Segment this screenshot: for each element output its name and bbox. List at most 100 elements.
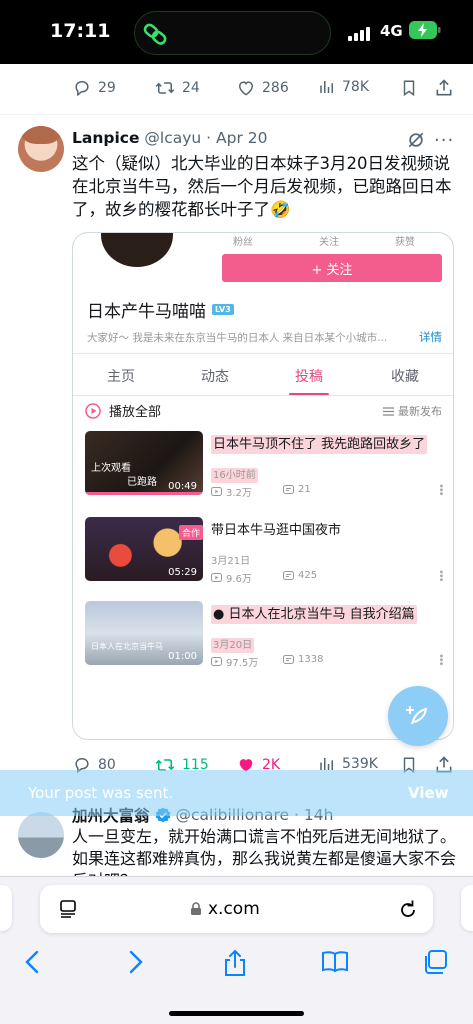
- stat-likes: 获赞: [395, 237, 415, 248]
- video-views: 9.6万: [211, 570, 252, 585]
- video-more-icon[interactable]: •••: [435, 483, 446, 495]
- reply-count: 29: [98, 80, 116, 96]
- views-button[interactable]: 78K: [318, 78, 369, 96]
- tabs-icon[interactable]: [422, 949, 448, 979]
- thumb-caption: 已跑路: [127, 477, 157, 488]
- watch-progress-bar: [85, 492, 203, 495]
- tab-favorites[interactable]: 收藏: [391, 366, 419, 386]
- video-views: 97.5万: [211, 654, 258, 669]
- author-handle-date: @lcayu · Apr 20: [144, 129, 268, 147]
- forward-icon[interactable]: [124, 949, 146, 979]
- stat-following: 关注: [319, 237, 339, 248]
- channel-name-row: 日本产牛马喵喵 LV3: [87, 297, 234, 322]
- bookmark-button[interactable]: [400, 78, 418, 98]
- url-display[interactable]: x.com: [190, 899, 260, 919]
- address-bar[interactable]: x.com: [40, 885, 433, 933]
- like-button[interactable]: 286: [236, 78, 289, 98]
- tab-dynamic[interactable]: 动态: [201, 366, 229, 386]
- views-count: 78K: [342, 79, 369, 95]
- video-duration: 05:29: [168, 567, 197, 578]
- previous-tweet-actions: 29 24 286 78K: [72, 78, 457, 102]
- author-avatar[interactable]: [18, 126, 64, 172]
- channel-avatar: [101, 233, 173, 267]
- post-sent-toast: Your post was sent. View: [0, 770, 473, 816]
- channel-stats: 粉丝 关注 获赞: [233, 233, 449, 248]
- next-tab-peek[interactable]: [461, 885, 473, 931]
- toast-message: Your post was sent.: [28, 784, 174, 802]
- video-title: 日本牛马顶不住了 我先跑路回故乡了: [211, 435, 428, 454]
- video-date: 16小时前: [211, 468, 258, 483]
- feather-plus-icon: [406, 706, 428, 725]
- tab-home[interactable]: 主页: [107, 366, 135, 386]
- danmaku-icon: [283, 571, 294, 580]
- reload-icon[interactable]: [398, 898, 418, 924]
- author-avatar[interactable]: [18, 812, 64, 858]
- sort-button[interactable]: 最新发布: [383, 403, 442, 419]
- like-count: 286: [262, 80, 289, 96]
- danmaku-icon: [283, 485, 294, 494]
- video-date: 3月21日: [211, 556, 251, 567]
- video-more-icon[interactable]: •••: [435, 569, 446, 581]
- follow-button[interactable]: + 关注: [222, 254, 442, 282]
- status-bar: 17:11 4G: [0, 0, 473, 64]
- more-options-icon[interactable]: ···: [434, 130, 454, 151]
- stat-fans: 粉丝: [233, 237, 253, 248]
- grok-icon[interactable]: [406, 130, 426, 154]
- compose-button[interactable]: [388, 686, 448, 746]
- previous-tab-peek[interactable]: [0, 885, 12, 931]
- video-item[interactable]: 日本人在北京当牛马 01:00 ● 日本人在北京当牛马 自我介绍篇 3月20日 …: [85, 601, 447, 673]
- retweet-count: 24: [182, 80, 200, 96]
- danmaku-icon: [283, 655, 294, 664]
- back-icon[interactable]: [22, 949, 44, 979]
- tab-uploads[interactable]: 投稿: [295, 366, 323, 386]
- signal-icon: [348, 26, 372, 45]
- page-menu-icon[interactable]: [58, 899, 78, 923]
- reply-icon: [75, 80, 89, 97]
- bookmarks-icon[interactable]: [320, 949, 350, 979]
- share-icon[interactable]: [222, 949, 248, 981]
- play-all-button[interactable]: 播放全部: [85, 401, 161, 420]
- tweet-media-card[interactable]: 粉丝 关注 获赞 + 关注 日本产牛马喵喵 LV3 大家好～ 我是未来在东京当牛…: [72, 232, 454, 740]
- video-thumbnail: 上次观看 已跑路 00:49: [85, 431, 203, 495]
- dynamic-island[interactable]: [134, 11, 331, 55]
- detail-link[interactable]: 详情: [419, 329, 442, 345]
- tweet-header: Lanpice @lcayu · Apr 20: [72, 129, 268, 147]
- share-icon: [436, 79, 452, 96]
- play-circle-icon: [85, 402, 101, 419]
- video-thumbnail: 日本人在北京当牛马 01:00: [85, 601, 203, 665]
- link-icon: [143, 22, 169, 50]
- retweet-button[interactable]: 24: [154, 78, 200, 98]
- video-date: 3月20日: [211, 638, 255, 653]
- video-more-icon[interactable]: •••: [435, 653, 446, 665]
- bookmark-icon: [403, 80, 415, 97]
- home-indicator: [169, 1011, 304, 1016]
- divider: [0, 114, 473, 115]
- video-thumbnail: 合作 05:29: [85, 517, 203, 581]
- tweet-text: 人一旦变左，就开始满口谎言不怕死后进无间地狱了。如果连这都难辨真伪，那么我说黄左…: [72, 827, 457, 876]
- play-all-label: 播放全部: [109, 405, 162, 420]
- tweet-text: 这个（疑似）北大毕业的日本妹子3月20日发视频说在北京当牛马，然后一个月后发视频…: [72, 154, 452, 219]
- share-button[interactable]: [434, 78, 454, 98]
- retweet-icon: [155, 82, 175, 94]
- video-item[interactable]: 合作 05:29 带日本牛马逛中国夜市 3月21日 9.6万 425 •••: [85, 517, 447, 589]
- author-name[interactable]: Lanpice: [72, 129, 139, 147]
- video-title: 带日本牛马逛中国夜市: [211, 523, 342, 538]
- divider: [73, 353, 453, 354]
- divider: [73, 395, 453, 396]
- toast-view-link[interactable]: View: [408, 784, 449, 802]
- url-text: x.com: [208, 899, 260, 919]
- battery-charging-icon: [409, 21, 441, 43]
- video-duration: 01:00: [168, 651, 197, 662]
- network-type: 4G: [380, 22, 403, 40]
- video-danmaku: 1338: [283, 654, 323, 665]
- thumb-caption: 日本人在北京当牛马: [91, 642, 163, 651]
- level-badge: LV3: [212, 304, 234, 315]
- play-count-icon: [211, 573, 222, 582]
- lock-icon: [191, 902, 201, 915]
- video-duration: 00:49: [168, 481, 197, 492]
- video-item[interactable]: 上次观看 已跑路 00:49 日本牛马顶不住了 我先跑路回故乡了 16小时前 3…: [85, 431, 447, 503]
- reply-button[interactable]: 29: [72, 78, 116, 98]
- channel-name: 日本产牛马喵喵: [87, 302, 206, 322]
- views-icon: [320, 81, 333, 93]
- video-views: 3.2万: [211, 484, 252, 499]
